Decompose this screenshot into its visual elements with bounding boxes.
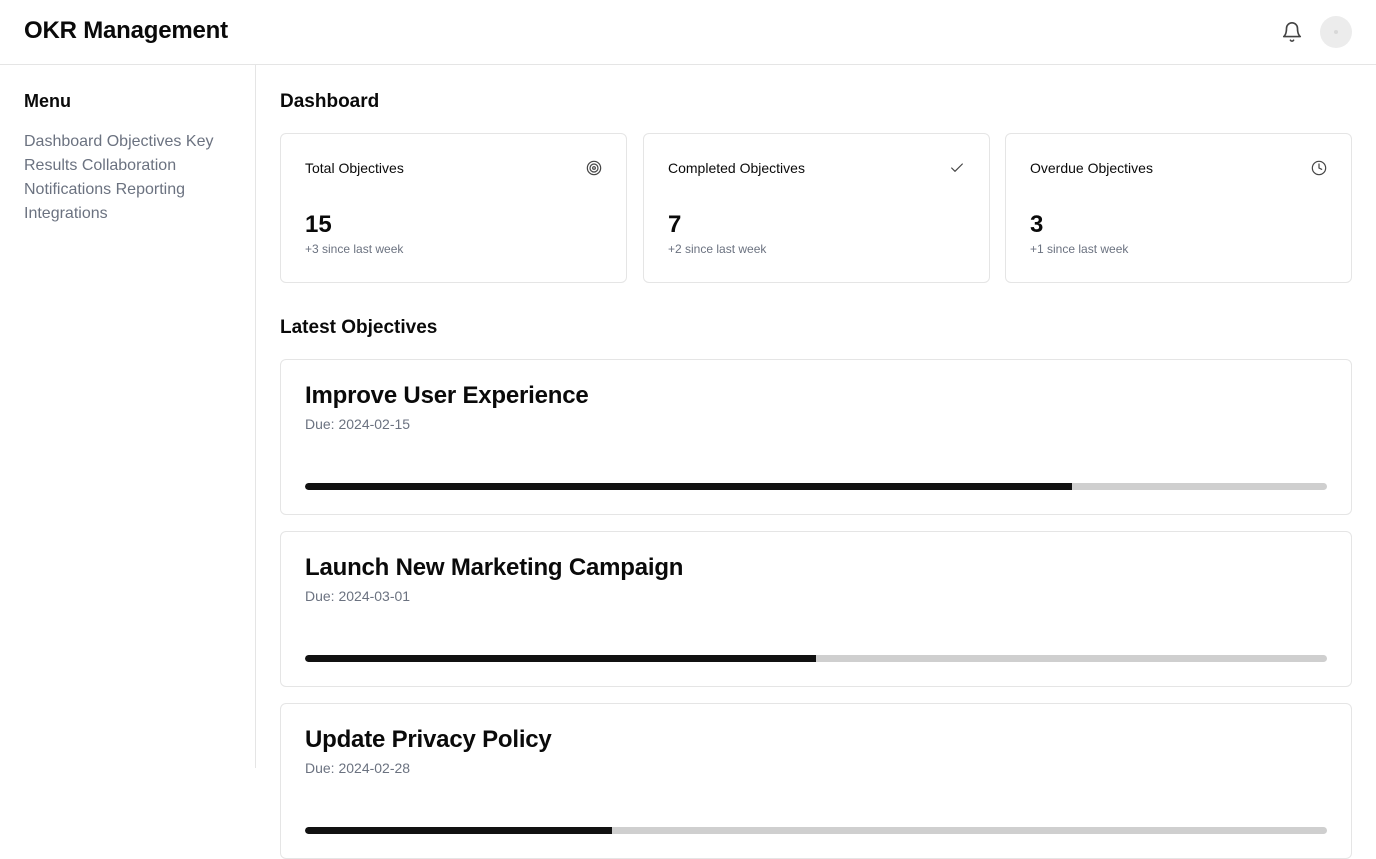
- stat-label: Total Objectives: [305, 160, 404, 176]
- stat-change: +3 since last week: [305, 242, 404, 256]
- stat-label: Completed Objectives: [668, 160, 805, 176]
- progress-fill: [305, 483, 1072, 490]
- objective-due-date: Due: 2024-02-28: [305, 760, 411, 776]
- sidebar-item-notifications[interactable]: Notifications: [24, 181, 111, 198]
- sidebar-item-reporting[interactable]: Reporting: [116, 181, 185, 198]
- stat-value: 3: [1030, 211, 1044, 238]
- avatar-placeholder-icon: [1334, 30, 1338, 34]
- objective-title: Launch New Marketing Campaign: [305, 554, 684, 581]
- check-icon: [949, 160, 965, 176]
- bell-icon[interactable]: [1278, 18, 1306, 46]
- menu-title: Menu: [24, 91, 71, 111]
- objective-title: Update Privacy Policy: [305, 726, 552, 753]
- progress-bar: [305, 827, 1327, 834]
- sidebar: Menu Dashboard Objectives Key Results Co…: [0, 65, 256, 768]
- stat-change: +1 since last week: [1030, 242, 1129, 256]
- target-icon: [586, 160, 602, 176]
- stat-value: 15: [305, 211, 332, 238]
- stat-change: +2 since last week: [668, 242, 767, 256]
- objective-card[interactable]: Update Privacy Policy Due: 2024-02-28: [280, 703, 1352, 859]
- objective-due-date: Due: 2024-02-15: [305, 416, 411, 432]
- sidebar-item-collaboration[interactable]: Collaboration: [82, 157, 176, 174]
- top-header: OKR Management: [0, 0, 1376, 65]
- progress-bar: [305, 655, 1327, 662]
- sidebar-item-objectives[interactable]: Objectives: [107, 133, 182, 150]
- progress-bar: [305, 483, 1327, 490]
- progress-fill: [305, 827, 612, 834]
- clock-icon: [1311, 160, 1327, 176]
- avatar[interactable]: [1320, 16, 1352, 48]
- stat-card-overdue: Overdue Objectives 3 +1 since last week: [1005, 133, 1352, 283]
- sidebar-menu: Dashboard Objectives Key Results Collabo…: [24, 130, 232, 226]
- objective-due-date: Due: 2024-03-01: [305, 588, 411, 604]
- app-title: OKR Management: [24, 17, 228, 44]
- dashboard-title: Dashboard: [280, 91, 380, 112]
- stat-label: Overdue Objectives: [1030, 160, 1153, 176]
- progress-fill: [305, 655, 816, 662]
- sidebar-item-dashboard[interactable]: Dashboard: [24, 133, 102, 150]
- objective-card[interactable]: Improve User Experience Due: 2024-02-15: [280, 359, 1352, 515]
- objective-title: Improve User Experience: [305, 382, 589, 409]
- stat-card-completed: Completed Objectives 7 +2 since last wee…: [643, 133, 990, 283]
- stat-value: 7: [668, 211, 682, 238]
- latest-objectives-title: Latest Objectives: [280, 317, 438, 338]
- stat-card-total: Total Objectives 15 +3 since last week: [280, 133, 627, 283]
- sidebar-item-integrations[interactable]: Integrations: [24, 205, 108, 222]
- objective-card[interactable]: Launch New Marketing Campaign Due: 2024-…: [280, 531, 1352, 687]
